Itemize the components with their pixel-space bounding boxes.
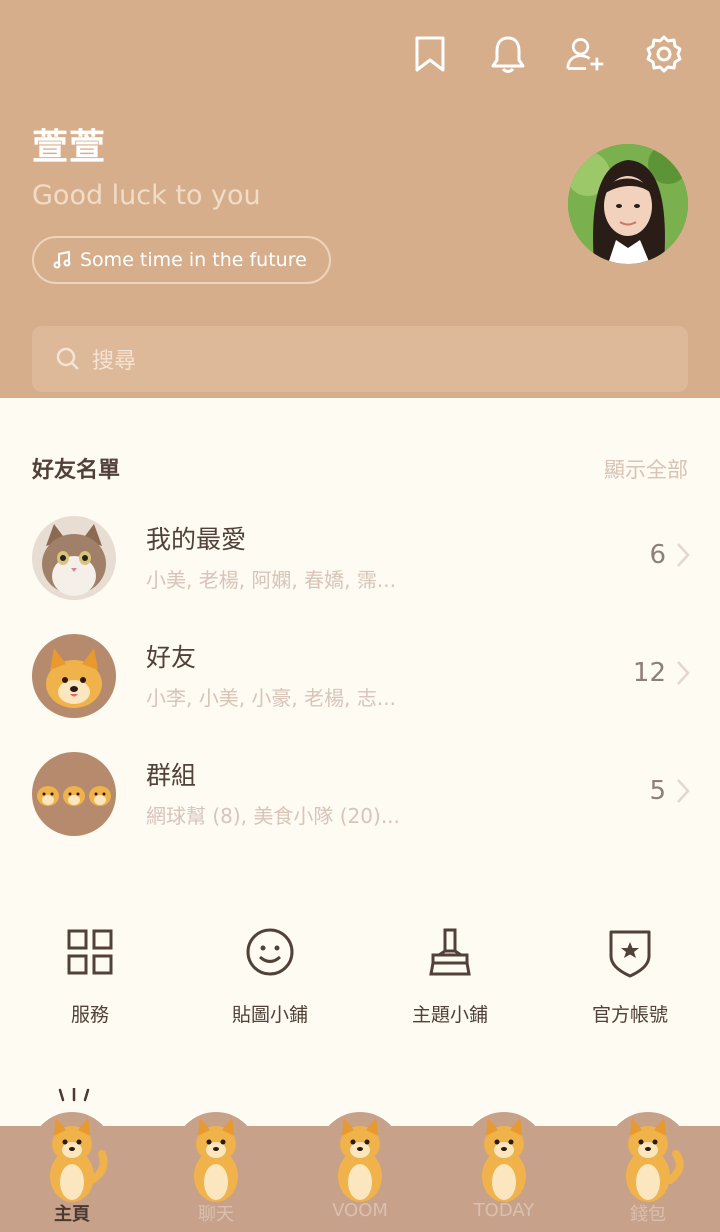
groups-avatar <box>32 752 116 836</box>
friend-group-count: 6 <box>649 540 666 570</box>
brush-icon <box>422 924 478 980</box>
top-toolbar <box>410 34 684 74</box>
nav-label: 主頁 <box>54 1204 90 1225</box>
search-icon <box>56 347 79 370</box>
services-label: 服務 <box>70 1004 109 1026</box>
nav-label: VOOM <box>332 1200 388 1221</box>
grid-icon <box>62 924 118 980</box>
friends-avatar <box>32 634 116 718</box>
friend-group-members: 小李, 小美, 小豪, 老楊, 志... <box>146 686 396 710</box>
profile-music-button[interactable]: Some time in the future <box>32 236 331 284</box>
nav-chat[interactable]: 聊天 <box>144 1110 288 1232</box>
dog-icon <box>194 1118 238 1202</box>
friend-list-title: 好友名單 <box>32 458 121 483</box>
active-sparkle-icon <box>58 1088 90 1102</box>
friend-group-count: 5 <box>649 776 666 806</box>
friend-group-title: 好友 <box>146 643 197 672</box>
services-button[interactable]: 服務 <box>0 924 180 1027</box>
search-input[interactable]: 搜尋 <box>32 326 688 392</box>
dog-icon <box>626 1118 684 1202</box>
status-message[interactable]: Good luck to you <box>32 180 261 211</box>
nav-today[interactable]: TODAY <box>432 1110 576 1232</box>
sticker-shop-button[interactable]: 貼圖小鋪 <box>180 924 360 1027</box>
theme-shop-label: 主題小鋪 <box>411 1004 488 1026</box>
friend-group-title: 群組 <box>146 761 197 790</box>
chevron-right-icon <box>677 661 690 685</box>
chevron-right-icon <box>677 779 690 803</box>
official-accounts-button[interactable]: 官方帳號 <box>540 924 720 1027</box>
smiley-icon <box>242 924 298 980</box>
nav-home[interactable]: 主頁 <box>0 1110 144 1232</box>
music-note-icon <box>53 250 71 269</box>
shield-star-icon <box>602 924 658 980</box>
friend-group-title: 我的最愛 <box>146 525 247 554</box>
add-friend-icon[interactable] <box>566 34 606 74</box>
nav-voom[interactable]: VOOM <box>288 1110 432 1232</box>
profile-name[interactable]: 萱萱 <box>32 118 106 170</box>
search-placeholder: 搜尋 <box>92 349 137 374</box>
nav-label: 聊天 <box>198 1204 234 1225</box>
dog-icon <box>338 1118 382 1202</box>
profile-header: 萱萱 Good luck to you Some time in the fut… <box>0 0 720 398</box>
avatar[interactable] <box>568 144 688 264</box>
nav-label: TODAY <box>473 1200 535 1221</box>
friend-group-groups[interactable]: 群組 網球幫 (8), 美食小隊 (20)... 5 <box>0 752 720 848</box>
friend-group-count: 12 <box>632 658 666 688</box>
show-all-link[interactable]: 顯示全部 <box>604 454 688 484</box>
friend-group-members: 小美, 老楊, 阿嫻, 春嬌, 霈... <box>146 568 396 592</box>
dog-icon <box>50 1118 108 1202</box>
chevron-right-icon <box>677 543 690 567</box>
bookmark-icon[interactable] <box>410 34 450 74</box>
settings-icon[interactable] <box>644 34 684 74</box>
theme-shop-button[interactable]: 主題小鋪 <box>360 924 540 1027</box>
friend-group-friends[interactable]: 好友 小李, 小美, 小豪, 老楊, 志... 12 <box>0 634 720 730</box>
friend-group-members: 網球幫 (8), 美食小隊 (20)... <box>146 804 400 828</box>
friend-group-favorites[interactable]: 我的最愛 小美, 老楊, 阿嫻, 春嬌, 霈... 6 <box>0 516 720 612</box>
nav-label: 錢包 <box>630 1204 666 1225</box>
nav-wallet[interactable]: 錢包 <box>576 1110 720 1232</box>
bell-icon[interactable] <box>488 34 528 74</box>
profile-music-label: Some time in the future <box>80 249 307 271</box>
dog-icon <box>482 1118 526 1202</box>
favorites-avatar <box>32 516 116 600</box>
feature-shortcuts: 服務 貼圖小鋪 主題小鋪 官方帳號 <box>0 924 720 1027</box>
official-accounts-label: 官方帳號 <box>591 1004 668 1026</box>
sticker-shop-label: 貼圖小鋪 <box>231 1004 308 1026</box>
